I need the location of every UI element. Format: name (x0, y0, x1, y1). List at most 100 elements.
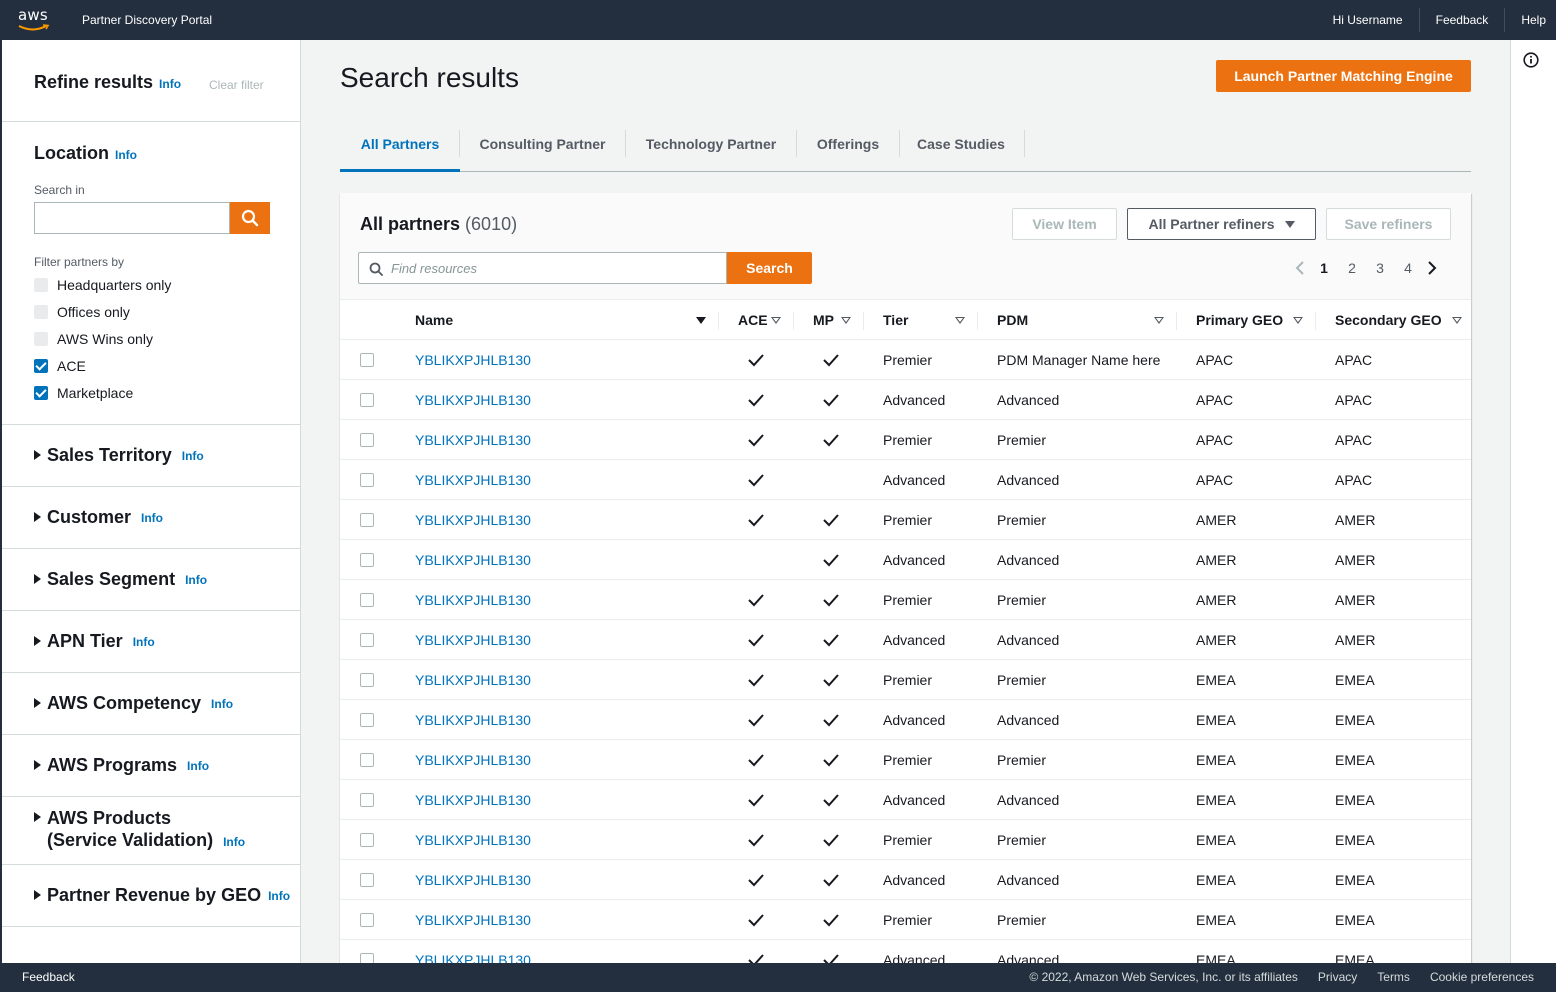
info-link[interactable]: Info (182, 449, 204, 463)
row-checkbox[interactable] (360, 753, 374, 767)
row-checkbox[interactable] (360, 833, 374, 847)
partner-name-link[interactable]: YBLIKXPJHLB130 (415, 780, 531, 820)
sort-icon[interactable] (1293, 317, 1303, 324)
partner-name-link[interactable]: YBLIKXPJHLB130 (415, 660, 531, 700)
page-1[interactable]: 1 (1310, 260, 1338, 276)
partner-name-link[interactable]: YBLIKXPJHLB130 (415, 820, 531, 860)
tab-technology-partner[interactable]: Technology Partner (626, 125, 796, 171)
column-header-pdm[interactable]: PDM (997, 300, 1028, 340)
user-menu[interactable]: Hi Username (1317, 8, 1419, 32)
filter-aws-wins-only[interactable]: AWS Wins only (34, 330, 153, 348)
section-aws-products[interactable]: AWS Products (Service Validation) Info (34, 807, 245, 853)
sort-icon[interactable] (1452, 317, 1462, 324)
info-circle-icon[interactable] (1523, 52, 1539, 73)
info-link[interactable]: Info (211, 697, 233, 711)
terms-link[interactable]: Terms (1377, 970, 1410, 984)
location-search-button[interactable] (230, 202, 270, 234)
row-checkbox[interactable] (360, 793, 374, 807)
info-link[interactable]: Info (268, 889, 290, 903)
table-row[interactable]: YBLIKXPJHLB130 Premier Premier EMEA EMEA (340, 900, 1471, 940)
checkbox[interactable] (34, 332, 48, 346)
info-link[interactable]: Info (187, 759, 209, 773)
clear-filter-link[interactable]: Clear filter (209, 78, 264, 92)
table-row[interactable]: YBLIKXPJHLB130 Advanced Advanced EMEA EMEA (340, 860, 1471, 900)
table-row[interactable]: YBLIKXPJHLB130 Premier Premier AMER AMER (340, 580, 1471, 620)
info-link[interactable]: Info (133, 635, 155, 649)
checkbox-checked[interactable] (34, 359, 48, 373)
privacy-link[interactable]: Privacy (1318, 970, 1357, 984)
partner-name-link[interactable]: YBLIKXPJHLB130 (415, 540, 531, 580)
column-header-mp[interactable]: MP (813, 300, 834, 340)
filter-marketplace[interactable]: Marketplace (34, 384, 133, 402)
section-apn-tier[interactable]: APN Tier Info (34, 631, 155, 652)
table-row[interactable]: YBLIKXPJHLB130 Advanced Advanced EMEA EMEA (340, 700, 1471, 740)
column-header-name[interactable]: Name (415, 300, 453, 340)
column-header-secondary-geo[interactable]: Secondary GEO (1335, 300, 1442, 340)
help-link[interactable]: Help (1504, 8, 1556, 32)
feedback-link[interactable]: Feedback (1418, 8, 1505, 32)
tab-offerings[interactable]: Offerings (797, 125, 899, 171)
info-link[interactable]: Info (223, 835, 245, 849)
table-row[interactable]: YBLIKXPJHLB130 Premier Premier EMEA EMEA (340, 820, 1471, 860)
section-partner-revenue-by-geo[interactable]: Partner Revenue by GEO Info (34, 885, 290, 906)
page-3[interactable]: 3 (1366, 260, 1394, 276)
section-customer[interactable]: Customer Info (34, 507, 163, 528)
sort-icon[interactable] (1154, 317, 1164, 324)
row-checkbox[interactable] (360, 913, 374, 927)
partner-name-link[interactable]: YBLIKXPJHLB130 (415, 740, 531, 780)
row-checkbox[interactable] (360, 873, 374, 887)
location-search-input[interactable] (34, 202, 230, 234)
page-2[interactable]: 2 (1338, 260, 1366, 276)
partner-name-link[interactable]: YBLIKXPJHLB130 (415, 340, 531, 380)
row-checkbox[interactable] (360, 593, 374, 607)
cookie-preferences-link[interactable]: Cookie preferences (1430, 970, 1534, 984)
tab-consulting-partner[interactable]: Consulting Partner (460, 125, 625, 171)
partner-refiners-dropdown[interactable]: All Partner refiners (1127, 208, 1316, 240)
partner-name-link[interactable]: YBLIKXPJHLB130 (415, 700, 531, 740)
filter-ace[interactable]: ACE (34, 357, 86, 375)
filter-offices-only[interactable]: Offices only (34, 303, 130, 321)
column-header-ace[interactable]: ACE (738, 300, 768, 340)
row-checkbox[interactable] (360, 393, 374, 407)
search-button[interactable]: Search (727, 252, 812, 284)
info-link[interactable]: Info (159, 77, 181, 91)
sort-descending-icon[interactable] (696, 317, 706, 324)
section-sales-segment[interactable]: Sales Segment Info (34, 569, 207, 590)
partner-name-link[interactable]: YBLIKXPJHLB130 (415, 380, 531, 420)
portal-title[interactable]: Partner Discovery Portal (82, 13, 212, 27)
section-aws-programs[interactable]: AWS Programs Info (34, 755, 209, 776)
info-link[interactable]: Info (115, 148, 137, 162)
checkbox-checked[interactable] (34, 386, 48, 400)
row-checkbox[interactable] (360, 433, 374, 447)
aws-logo[interactable]: aws (18, 7, 52, 33)
partner-name-link[interactable]: YBLIKXPJHLB130 (415, 580, 531, 620)
table-row[interactable]: YBLIKXPJHLB130 Advanced Advanced APAC APAC (340, 460, 1471, 500)
table-row[interactable]: YBLIKXPJHLB130 Premier Premier EMEA EMEA (340, 660, 1471, 700)
row-checkbox[interactable] (360, 713, 374, 727)
tab-case-studies[interactable]: Case Studies (900, 125, 1022, 171)
row-checkbox[interactable] (360, 553, 374, 567)
table-row[interactable]: YBLIKXPJHLB130 Advanced Advanced AMER AMER (340, 620, 1471, 660)
next-page-button[interactable] (1422, 261, 1442, 275)
table-row[interactable]: YBLIKXPJHLB130 Advanced Advanced EMEA EMEA (340, 780, 1471, 820)
section-sales-territory[interactable]: Sales Territory Info (34, 445, 204, 466)
table-row[interactable]: YBLIKXPJHLB130 Premier Premier EMEA EMEA (340, 740, 1471, 780)
partner-name-link[interactable]: YBLIKXPJHLB130 (415, 860, 531, 900)
table-row[interactable]: YBLIKXPJHLB130 Advanced Advanced APAC APAC (340, 380, 1471, 420)
row-checkbox[interactable] (360, 353, 374, 367)
save-refiners-button[interactable]: Save refiners (1326, 208, 1451, 240)
table-row[interactable]: YBLIKXPJHLB130 Premier PDM Manager Name he… (340, 340, 1471, 380)
checkbox[interactable] (34, 278, 48, 292)
column-header-primary-geo[interactable]: Primary GEO (1196, 300, 1283, 340)
info-link[interactable]: Info (185, 573, 207, 587)
sort-icon[interactable] (841, 317, 851, 324)
filter-headquarters-only[interactable]: Headquarters only (34, 276, 171, 294)
partner-name-link[interactable]: YBLIKXPJHLB130 (415, 620, 531, 660)
view-item-button[interactable]: View Item (1012, 208, 1117, 240)
sort-icon[interactable] (955, 317, 965, 324)
tab-all-partners[interactable]: All Partners (340, 125, 460, 172)
row-checkbox[interactable] (360, 633, 374, 647)
table-row[interactable]: YBLIKXPJHLB130 Premier Premier APAC APAC (340, 420, 1471, 460)
find-resources-input[interactable]: Find resources (358, 252, 727, 284)
launch-matching-engine-button[interactable]: Launch Partner Matching Engine (1216, 60, 1471, 92)
